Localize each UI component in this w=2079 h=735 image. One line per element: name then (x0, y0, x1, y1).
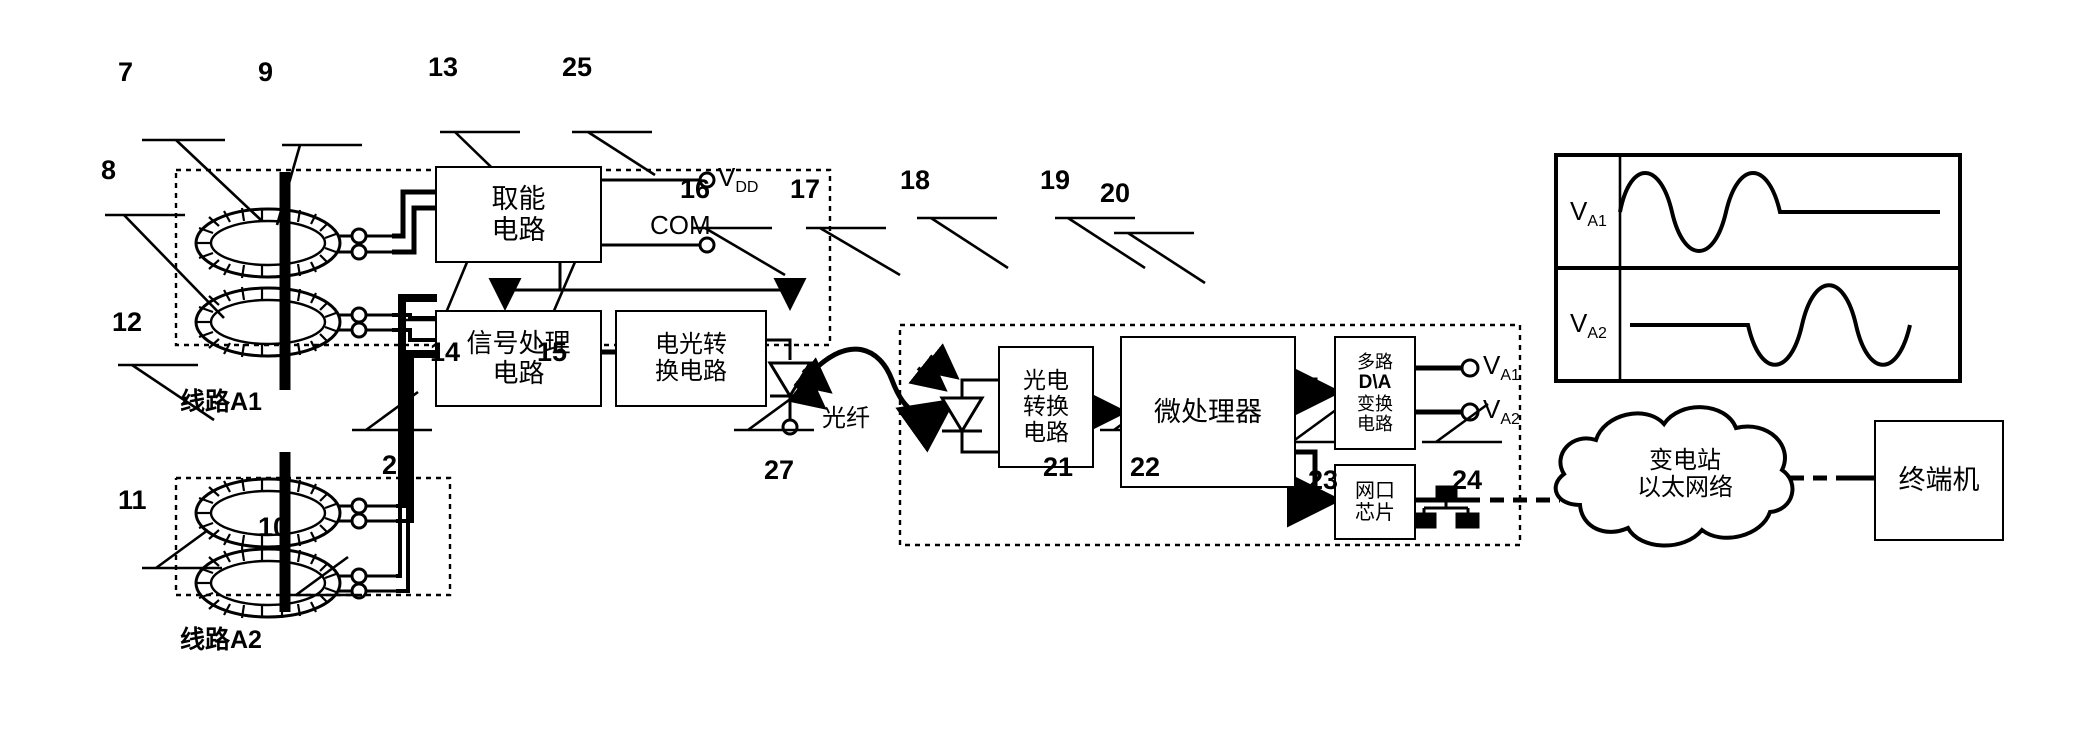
reference-numeral-12: 12 (112, 307, 143, 337)
eo-block-line-2: 换电路 (655, 357, 727, 385)
reference-numeral-9: 9 (258, 57, 274, 87)
led-emitter (765, 338, 833, 436)
waveform-va2-label: VA2 (1570, 308, 1607, 343)
line-a1-label: 线路A1 (180, 388, 262, 416)
reference-numeral-24: 24 (1452, 465, 1483, 495)
patent-figure: 取能 电路 信号处理 电路 电光转 换电路 VDD COM 光纤 线路A1 线路… (0, 0, 2079, 735)
reference-numeral-11: 11 (118, 485, 147, 515)
va1-text: V (1483, 350, 1501, 380)
cloud-line-2: 以太网络 (1637, 474, 1733, 501)
dac-block-line-2: D\A (1358, 372, 1392, 394)
energy-block-line-2: 电路 (491, 214, 546, 245)
vdd-text: V (718, 162, 736, 192)
terminal-machine-block: 终端机 (1876, 422, 2002, 539)
dac-block: 多路 D\A 变换 电路 (1336, 338, 1414, 448)
vdd-subscript: DD (735, 179, 759, 197)
reference-numeral-20: 20 (1100, 178, 1131, 208)
reference-numeral-13: 13 (428, 52, 459, 82)
reference-numeral-15: 15 (537, 337, 568, 367)
dac-block-line-4: 电路 (1357, 413, 1393, 434)
reference-numeral-22: 22 (1130, 452, 1161, 482)
reference-numeral-23: 23 (1308, 465, 1339, 495)
waveform-va1-label: VA1 (1570, 196, 1607, 231)
line-a2-label: 线路A2 (180, 626, 262, 654)
signal-processing-block: 信号处理 电路 (437, 312, 600, 405)
reference-numeral-27: 27 (764, 455, 795, 485)
cloud-line-1: 变电站 (1649, 447, 1721, 475)
reference-numeral-19: 19 (1040, 165, 1071, 195)
reference-numeral-25: 25 (562, 52, 593, 82)
com-label: COM (650, 210, 711, 240)
netchip-block-line-2: 芯片 (1355, 502, 1395, 524)
energy-harvest-block: 取能 电路 (437, 168, 600, 261)
wiring-energy (392, 189, 437, 255)
reference-numeral-8: 8 (101, 155, 117, 185)
mcu-to-dac-link (1287, 364, 1342, 420)
terminal-label: 终端机 (1898, 465, 1980, 496)
wave-va1-subscript: A1 (1587, 213, 1607, 231)
ct-coil-1 (194, 207, 342, 279)
energy-block-line-1: 取能 (491, 184, 546, 215)
dac-outputs (1414, 358, 1480, 422)
reference-numeral-10: 10 (258, 512, 289, 542)
output-va1-label: VA1 (1483, 350, 1520, 385)
wave-va2-text: V (1570, 308, 1588, 338)
ct-coil-4 (194, 547, 342, 619)
wave-va1-text: V (1570, 196, 1588, 226)
oe-block-line-2: 转换 (1023, 393, 1069, 420)
reference-numeral-17: 17 (790, 174, 821, 204)
dac-block-line-1: 多路 (1357, 352, 1393, 373)
photoelectric-block: 光电 转换 电路 (1000, 348, 1092, 466)
electro-optical-block: 电光转 换电路 (617, 312, 765, 405)
reference-numeral-18: 18 (900, 165, 931, 195)
eo-block-line-1: 电光转 (655, 330, 727, 358)
photodiode-receiver (908, 343, 1000, 454)
netchip-block-line-1: 网口 (1355, 479, 1395, 502)
va1-subscript: A1 (1500, 367, 1520, 385)
reference-numeral-26: 26 (382, 450, 413, 480)
optical-fiber-label: 光纤 (822, 405, 870, 432)
dac-block-line-3: 变换 (1357, 393, 1393, 414)
reference-numeral-16: 16 (680, 174, 711, 204)
substation-network-label: 变电站 以太网络 (1600, 440, 1770, 510)
va2-subscript: A2 (1500, 411, 1520, 429)
output-va2-label: VA2 (1483, 394, 1520, 429)
vdd-label: VDD (718, 162, 758, 197)
oe-block-line-3: 电路 (1023, 418, 1069, 445)
mcu-block-line-1: 微处理器 (1154, 396, 1262, 427)
reference-numeral-7: 7 (118, 57, 134, 87)
reference-numeral-21: 21 (1043, 452, 1074, 482)
waveform-panel (1554, 153, 1962, 383)
ct-coil-2 (194, 286, 342, 358)
wave-va2-subscript: A2 (1587, 325, 1607, 343)
reference-numeral-14: 14 (430, 337, 461, 367)
va2-text: V (1483, 394, 1501, 424)
oe-block-line-1: 光电 (1023, 367, 1069, 394)
network-chip-block: 网口 芯片 (1336, 466, 1414, 538)
